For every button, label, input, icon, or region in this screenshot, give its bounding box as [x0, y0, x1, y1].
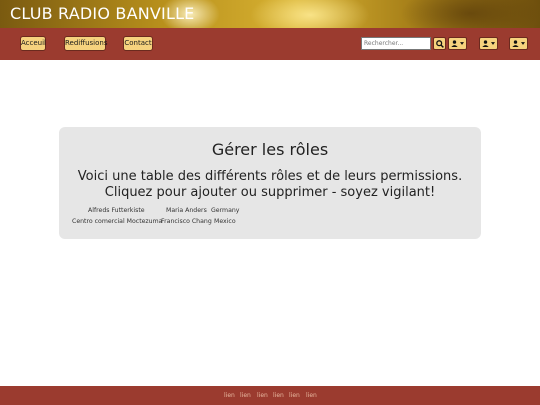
footer: lien lien lien lien lien lien [0, 386, 540, 405]
caret-down-icon [491, 42, 495, 45]
footer-link[interactable]: lien [306, 392, 317, 399]
user-menu-button-3[interactable] [509, 37, 528, 50]
footer-link[interactable]: lien [289, 392, 300, 399]
nav-home-button[interactable]: Acceuil [20, 36, 46, 51]
footer-link[interactable]: lien [224, 392, 235, 399]
search-icon [435, 39, 444, 48]
nav-replays-button[interactable]: Rediffusions [64, 36, 107, 51]
table-cell: Centro comercial Moctezuma [72, 218, 163, 225]
table-cell: Mexico [214, 218, 236, 225]
header-banner: CLUB RADIO BANVILLE [0, 0, 540, 28]
page-title: Gérer les rôles [211, 140, 329, 159]
user-icon [512, 40, 519, 47]
footer-link[interactable]: lien [257, 392, 268, 399]
site-title: CLUB RADIO BANVILLE [10, 4, 195, 23]
roles-panel: Gérer les rôles Voici une table des diff… [59, 127, 481, 239]
caret-down-icon [460, 42, 464, 45]
table-cell: Francisco Chang [161, 218, 212, 225]
footer-link[interactable]: lien [240, 392, 251, 399]
panel-description-line-2: Cliquez pour ajouter ou supprimer - soye… [104, 185, 436, 200]
nav-contact-button[interactable]: Contact [123, 36, 153, 51]
user-icon [482, 40, 489, 47]
user-menu-button-2[interactable] [479, 37, 498, 50]
table-cell: Maria Anders [166, 207, 207, 214]
caret-down-icon [521, 42, 525, 45]
table-cell: Alfreds Futterkiste [88, 207, 145, 214]
search-input[interactable] [361, 37, 431, 50]
search-button[interactable] [433, 37, 446, 50]
table-cell: Germany [211, 207, 240, 214]
user-menu-button-1[interactable] [448, 37, 467, 50]
footer-link[interactable]: lien [273, 392, 284, 399]
user-icon [451, 40, 458, 47]
panel-description-line-1: Voici une table des différents rôles et … [77, 169, 463, 184]
